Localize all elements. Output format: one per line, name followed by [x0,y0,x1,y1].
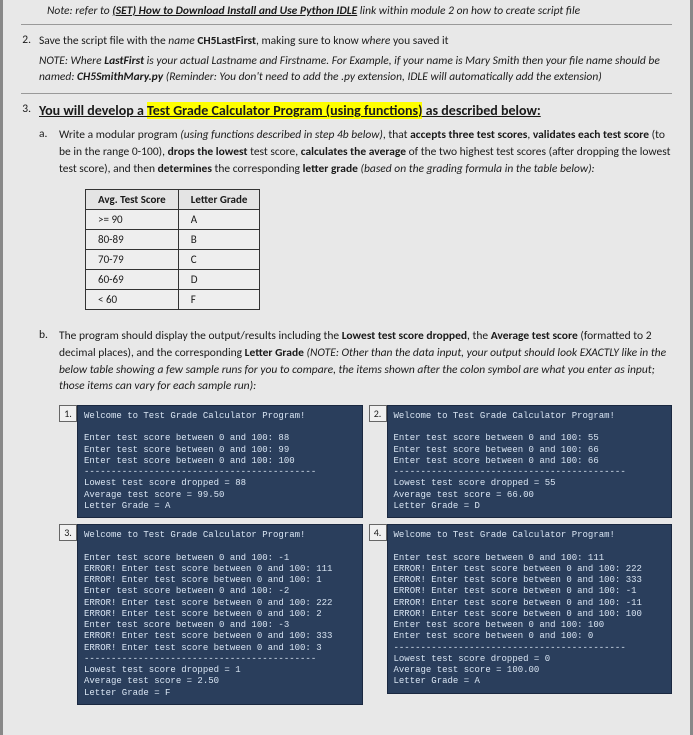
text-italic: where [361,34,390,48]
cell-score: 80-89 [86,230,179,250]
grade-table: Avg. Test Score Letter Grade >= 90A 80-8… [85,189,260,310]
item3-number: 3. [21,102,39,705]
terminal-wrap: 3. Welcome to Test Grade Calculator Prog… [59,524,363,705]
table-row: >= 90A [86,210,260,230]
text-bold: validates each test score [533,128,649,142]
terminal-output: Welcome to Test Grade Calculator Program… [387,405,673,518]
cell-grade: A [178,210,260,230]
top-note-link: (SET) How to Download Install and Use Py… [112,4,357,18]
cell-score: < 60 [86,290,179,310]
list-item-3: 3. You will develop a Test Grade Calcula… [21,94,672,705]
item3-body: You will develop a Test Grade Calculator… [39,102,672,705]
text-bold: drops the lowest [168,145,248,159]
sub-b-letter: b. [39,328,59,395]
sub-a-letter: a. [39,127,59,177]
text: as described below: [422,102,540,119]
headline: You will develop a Test Grade Calculator… [39,102,672,119]
terminal-output: Welcome to Test Grade Calculator Program… [387,524,673,694]
terminal-output: Welcome to Test Grade Calculator Program… [77,405,363,518]
text: You will develop a [39,102,147,119]
terminal-number: 4. [369,524,387,541]
item2-body: Save the script file with the name CH5La… [39,33,672,85]
terminal-wrap: 4. Welcome to Test Grade Calculator Prog… [369,524,673,705]
cell-score: 60-69 [86,270,179,290]
table-header-row: Avg. Test Score Letter Grade [86,190,260,210]
text: , that [383,128,410,142]
sub-a-body: Write a modular program (using functions… [59,127,672,177]
item2-number: 2. [21,33,39,85]
table-row: 70-79C [86,250,260,270]
text-bold: Lowest test score dropped [342,329,467,343]
text-bold: letter grade [303,162,358,176]
terminal-number: 2. [369,405,387,422]
text: test score, [247,145,300,159]
top-note-prefix: Note: refer to [47,4,112,18]
terminal-output: Welcome to Test Grade Calculator Program… [77,524,363,705]
th-grade: Letter Grade [178,190,260,210]
text-bold: Letter Grade [245,346,304,360]
text: the corresponding [212,162,303,176]
cell-score: 70-79 [86,250,179,270]
sub-item-b: b. The program should display the output… [39,328,672,395]
top-note: Note: refer to (SET) How to Download Ins… [21,0,672,25]
terminal-wrap: 2. Welcome to Test Grade Calculator Prog… [369,405,673,518]
text: you saved it [390,34,448,48]
text: The program should display the output/re… [59,329,342,343]
text-italic: name [168,34,194,48]
terminal-number: 1. [59,405,77,422]
page-footer [21,705,672,715]
sub-item-a: a. Write a modular program (using functi… [39,127,672,177]
text-bold: calculates the average [301,145,406,159]
cell-score: >= 90 [86,210,179,230]
text-italic: (using functions described in step 4b be… [180,128,383,142]
list-item-2: 2. Save the script file with the name CH… [21,25,672,94]
text: Write a modular program [59,128,180,142]
filename: CH5SmithMary.py [77,70,163,84]
headline-highlight: Test Grade Calculator Program (using fun… [147,102,422,119]
cell-grade: C [178,250,260,270]
terminal-wrap: 1. Welcome to Test Grade Calculator Prog… [59,405,363,518]
terminal-grid: 1. Welcome to Test Grade Calculator Prog… [59,405,672,705]
cell-grade: B [178,230,260,250]
text: , the [467,329,491,343]
th-score: Avg. Test Score [86,190,179,210]
table-row: 80-89B [86,230,260,250]
terminal-number: 3. [59,524,77,541]
table-row: < 60F [86,290,260,310]
text: Save the script file with the [39,34,168,48]
text-bold: accepts three test scores [410,128,527,142]
top-note-suffix: link within module 2 on how to create sc… [357,4,580,18]
text: NOTE: Where [39,54,104,68]
document-page: Note: refer to (SET) How to Download Ins… [0,0,693,735]
table-row: 60-69D [86,270,260,290]
cell-grade: F [178,290,260,310]
text-bold: determines [158,162,212,176]
filename: CH5LastFirst [197,34,256,48]
cell-grade: D [178,270,260,290]
text-bold: LastFirst [104,54,144,68]
text-italic: (based on the grading formula in the tab… [361,162,595,176]
text: (Reminder: You don't need to add the .py… [163,70,602,84]
item2-note: NOTE: Where LastFirst is your actual Las… [39,53,672,85]
sub-b-body: The program should display the output/re… [59,328,672,395]
text-bold: Average test score [491,329,578,343]
text: , making sure to know [256,34,361,48]
